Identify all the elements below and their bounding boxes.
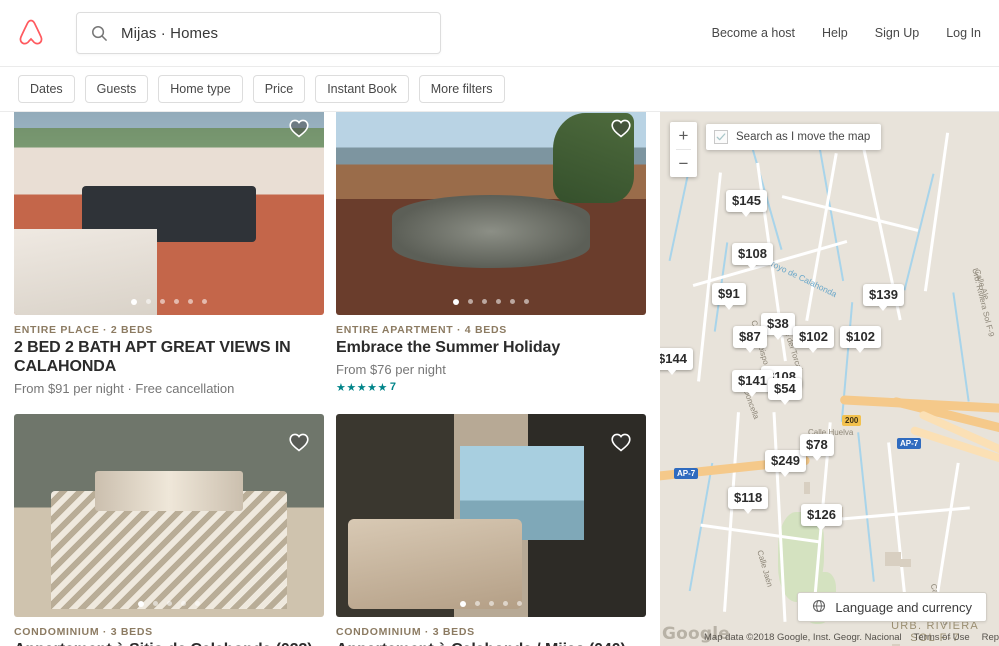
map-price-pin[interactable]: $144 xyxy=(660,348,693,370)
heart-icon[interactable] xyxy=(286,428,312,454)
checkbox-checked-icon[interactable] xyxy=(714,130,728,144)
listing-card[interactable]: CONDOMINIUM · 3 BEDS Appartement à Sitio… xyxy=(14,413,324,646)
nav-sign-up[interactable]: Sign Up xyxy=(875,26,919,40)
filter-dates[interactable]: Dates xyxy=(18,75,75,103)
search-as-i-move-toggle[interactable]: Search as I move the map xyxy=(706,124,882,150)
map-price-pin[interactable]: $126 xyxy=(801,504,842,526)
star-icon: ★ xyxy=(346,381,356,394)
heart-icon[interactable] xyxy=(286,114,312,140)
photo-carousel-dots[interactable] xyxy=(14,299,324,305)
zoom-out-button[interactable]: − xyxy=(670,150,697,177)
map-price-pin[interactable]: $102 xyxy=(840,326,881,348)
listing-title[interactable]: Embrace the Summer Holiday xyxy=(336,339,646,358)
photo-carousel-dots[interactable] xyxy=(336,299,646,305)
star-icon: ★ xyxy=(377,381,388,394)
map-price-pin[interactable]: $78 xyxy=(800,434,834,456)
listing-review-count: 7 xyxy=(389,381,396,394)
highway-shield: 200 xyxy=(842,415,862,426)
map-zoom-controls: + − xyxy=(670,122,697,177)
site-header: Mijas · Homes Become a host Help Sign Up… xyxy=(0,0,999,67)
listing-card[interactable]: CONDOMINIUM · 3 BEDS Appartement à Calah… xyxy=(336,413,646,646)
language-and-currency-label: Language and currency xyxy=(835,599,972,615)
photo-carousel-dots[interactable] xyxy=(14,600,324,607)
listing-meta: ENTIRE APARTMENT · 4 BEDS xyxy=(336,324,507,336)
map-price-pin[interactable]: $87 xyxy=(733,326,767,348)
terms-of-use-link[interactable]: Terms of Use xyxy=(914,632,970,643)
search-input[interactable]: Mijas · Homes xyxy=(76,12,441,54)
map-price-pin[interactable]: $91 xyxy=(712,283,746,305)
map-price-pin[interactable]: $145 xyxy=(726,190,767,212)
filter-instant-book[interactable]: Instant Book xyxy=(315,75,409,103)
listing-price: From $76 per night xyxy=(336,361,446,377)
listing-title[interactable]: Appartement à Calahonda / Mijas (040) xyxy=(336,641,646,646)
listing-photo[interactable] xyxy=(14,413,324,617)
zoom-in-button[interactable]: + xyxy=(670,122,697,149)
search-as-i-move-label: Search as I move the map xyxy=(736,131,871,143)
listing-grid: ENTIRE PLACE · 2 BEDS 2 BED 2 BATH APT G… xyxy=(0,112,660,646)
listing-photo[interactable] xyxy=(14,112,324,315)
filter-bar: Dates Guests Home type Price Instant Boo… xyxy=(0,67,999,112)
search-icon xyxy=(90,24,108,42)
star-icon: ★ xyxy=(336,381,346,394)
map-price-pin[interactable]: $141 xyxy=(732,370,773,392)
map-panel[interactable]: Arroyo de Calahonda Calle Obispo Calle d… xyxy=(660,112,999,646)
header-nav: Become a host Help Sign Up Log In xyxy=(712,26,981,40)
star-icon: ★ xyxy=(356,381,367,394)
listing-meta: ENTIRE PLACE · 2 BEDS xyxy=(14,324,153,336)
photo-carousel-dots[interactable] xyxy=(336,600,646,607)
listing-price: From $91 per night · Free cancellation xyxy=(14,380,235,396)
map-price-pin[interactable]: $139 xyxy=(863,284,904,306)
airbnb-logo-icon[interactable] xyxy=(14,16,48,50)
heart-icon[interactable] xyxy=(608,428,634,454)
map-attribution: Map data ©2018 Google, Inst. Geogr. Naci… xyxy=(704,632,999,643)
listing-photo[interactable] xyxy=(336,413,646,617)
filter-home-type[interactable]: Home type xyxy=(158,75,243,103)
filter-guests[interactable]: Guests xyxy=(84,75,149,103)
listing-rating: ★ ★ ★ ★ ★ 7 xyxy=(336,381,646,394)
nav-log-in[interactable]: Log In xyxy=(946,26,981,40)
listing-card[interactable]: ENTIRE PLACE · 2 BEDS 2 BED 2 BATH APT G… xyxy=(14,112,324,396)
map-price-pin[interactable]: $108 xyxy=(732,243,773,265)
map-price-pin[interactable]: $54 xyxy=(768,378,802,400)
nav-become-a-host[interactable]: Become a host xyxy=(712,26,795,40)
globe-icon xyxy=(812,599,826,616)
heart-icon[interactable] xyxy=(608,114,634,140)
highway-shield: AP-7 xyxy=(897,438,922,449)
language-and-currency-button[interactable]: Language and currency xyxy=(797,592,987,622)
listing-meta: CONDOMINIUM · 3 BEDS xyxy=(336,625,475,638)
map-price-pin[interactable]: $118 xyxy=(728,487,769,509)
map-data-credit: Map data ©2018 Google, Inst. Geogr. Naci… xyxy=(704,632,902,643)
highway-shield: AP-7 xyxy=(674,468,699,479)
listing-meta: CONDOMINIUM · 3 BEDS xyxy=(14,625,153,638)
nav-help[interactable]: Help xyxy=(822,26,848,40)
search-results: ENTIRE PLACE · 2 BEDS 2 BED 2 BATH APT G… xyxy=(0,112,660,646)
listing-photo[interactable] xyxy=(336,112,646,315)
listing-title[interactable]: Appartement à Sitio de Calahonda (023) xyxy=(14,641,324,646)
listing-title[interactable]: 2 BED 2 BATH APT GREAT VIEWS IN CALAHOND… xyxy=(14,339,324,377)
report-map-error-link[interactable]: Report a map error xyxy=(982,632,999,643)
listing-card[interactable]: ENTIRE APARTMENT · 4 BEDS Embrace the Su… xyxy=(336,112,646,396)
filter-price[interactable]: Price xyxy=(252,75,306,103)
star-icon: ★ xyxy=(367,381,377,394)
search-input-value: Mijas · Homes xyxy=(121,24,219,42)
filter-more-filters[interactable]: More filters xyxy=(418,75,505,103)
map-terrain xyxy=(660,112,999,646)
map-price-pin[interactable]: $102 xyxy=(793,326,834,348)
